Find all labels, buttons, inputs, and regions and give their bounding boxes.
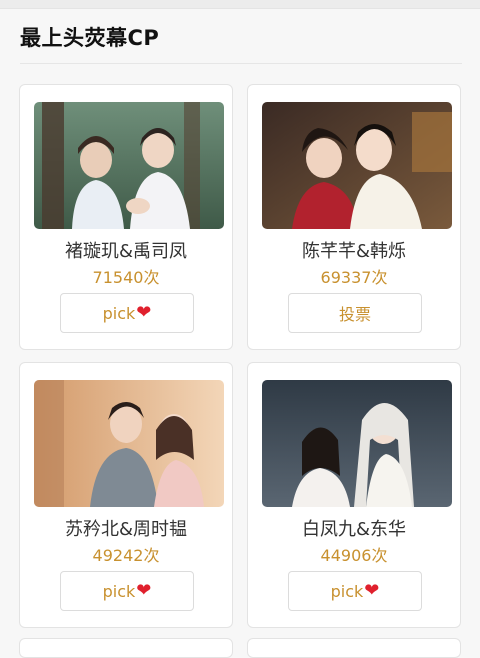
pick-button[interactable]: pick ❤: [60, 571, 194, 611]
pick-button[interactable]: pick ❤: [60, 293, 194, 333]
cp-card: 白凤九&东华 44906次 pick ❤: [247, 362, 461, 628]
cp-photo: [34, 102, 224, 229]
top-bar: [0, 0, 480, 9]
pick-button-label: pick: [330, 581, 364, 601]
cp-photo: [262, 102, 452, 229]
cp-photo: [262, 380, 452, 507]
cp-card-partial: [247, 638, 461, 658]
cp-card: 褚璇玑&禹司凤 71540次 pick ❤: [19, 84, 233, 350]
vote-count: 49242次: [92, 546, 160, 565]
heart-icon: ❤: [136, 580, 152, 601]
heart-icon: ❤: [364, 580, 380, 601]
title-divider: [20, 63, 462, 64]
cp-name: 陈芊芊&韩烁: [301, 241, 407, 262]
cp-name: 褚璇玑&禹司凤: [64, 241, 188, 262]
vote-count: 44906次: [320, 546, 388, 565]
pick-button[interactable]: pick ❤: [288, 571, 422, 611]
vote-button-label: 投票: [338, 305, 371, 324]
heart-icon: ❤: [136, 302, 152, 323]
vote-count: 71540次: [92, 268, 160, 287]
cp-card-partial: [19, 638, 233, 658]
pick-button-label: pick: [102, 303, 136, 323]
pick-button-label: pick: [102, 581, 136, 601]
section-title: 最上头荧幕CP: [20, 26, 160, 50]
cp-name: 白凤九&东华: [301, 519, 407, 540]
cp-card: 苏矜北&周时韫 49242次 pick ❤: [19, 362, 233, 628]
vote-count: 69337次: [320, 268, 388, 287]
cp-photo: [34, 380, 224, 507]
cp-card: 陈芊芊&韩烁 69337次 投票: [247, 84, 461, 350]
vote-button[interactable]: 投票: [288, 293, 422, 333]
cp-name: 苏矜北&周时韫: [64, 519, 188, 540]
